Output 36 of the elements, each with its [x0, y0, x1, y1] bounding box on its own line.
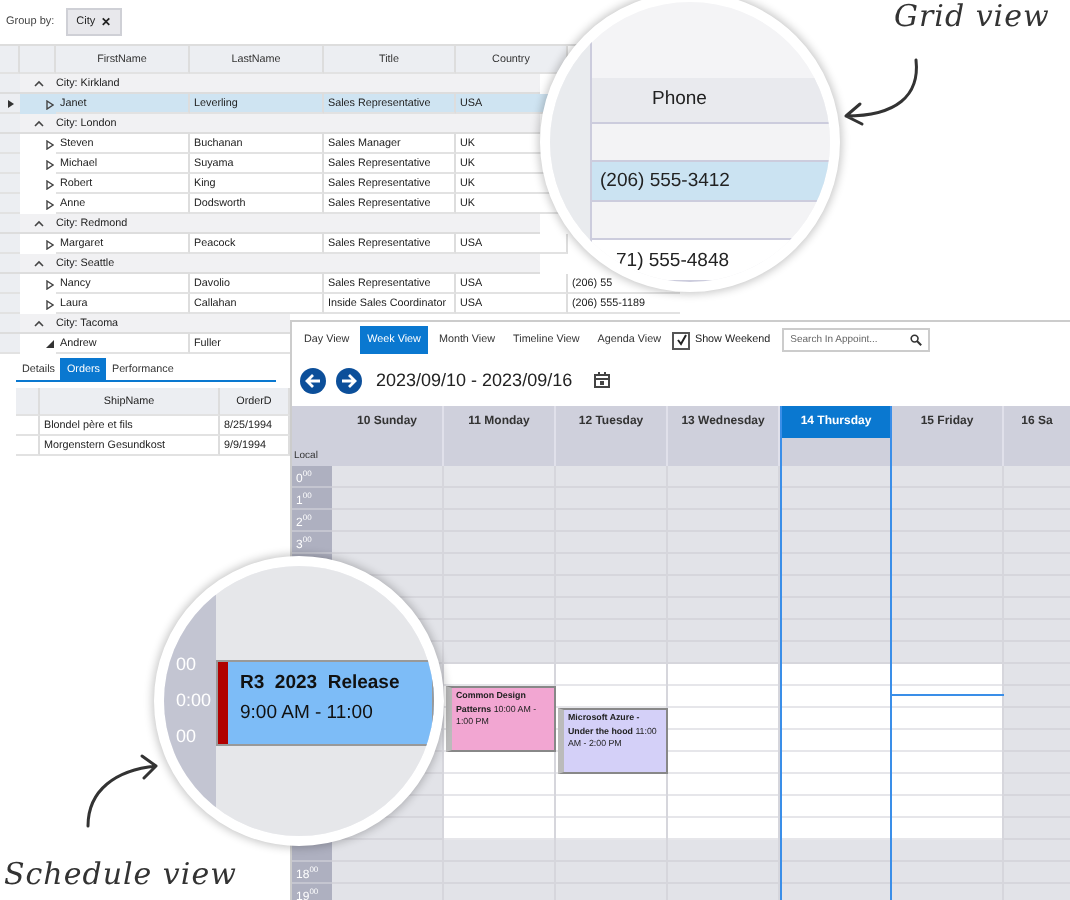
appointment-time: 9:00 AM - 11:00: [240, 702, 375, 724]
collapse-icon[interactable]: [33, 119, 43, 127]
expand-icon[interactable]: [46, 239, 54, 249]
expand-icon[interactable]: [46, 179, 54, 189]
expand-icon[interactable]: [46, 279, 54, 289]
search-icon[interactable]: [910, 334, 923, 346]
expand-icon[interactable]: [46, 299, 54, 309]
expand-icon[interactable]: [46, 99, 54, 109]
current-row-icon: [7, 99, 13, 107]
time-indicator: [892, 694, 1004, 696]
previous-button[interactable]: [300, 367, 326, 393]
arrow-right-icon: [340, 371, 358, 389]
hour-label: 0:00: [174, 690, 214, 714]
expand-icon[interactable]: [46, 139, 54, 149]
checkbox[interactable]: [672, 331, 691, 349]
collapse-icon[interactable]: [46, 340, 54, 348]
collapse-icon[interactable]: [33, 219, 43, 227]
expand-icon[interactable]: [46, 159, 54, 169]
caption: Schedule view: [4, 856, 237, 892]
column-header: [16, 388, 40, 416]
column-header: Phone: [592, 78, 830, 124]
hour-label: 00: [174, 726, 199, 750]
appointment[interactable]: R3 2023 Release 9:00 AM - 11:00: [216, 660, 434, 746]
expand-icon[interactable]: [46, 199, 54, 209]
hour-label: 00: [174, 654, 199, 678]
next-button[interactable]: [336, 367, 362, 393]
caption: Grid view: [894, 0, 1050, 34]
arrow-left-icon: [304, 371, 322, 389]
appointment-title: R3 2023 Release: [240, 672, 402, 694]
row-header[interactable]: [0, 94, 20, 114]
collapse-icon[interactable]: [33, 259, 43, 267]
calendar-icon[interactable]: [594, 372, 611, 388]
collapse-icon[interactable]: [33, 319, 43, 327]
collapse-icon[interactable]: [33, 79, 43, 87]
date-range: 2023/09/10 - 2023/09/16: [376, 370, 573, 390]
table-cell: (206) 555-3412: [592, 161, 830, 203]
